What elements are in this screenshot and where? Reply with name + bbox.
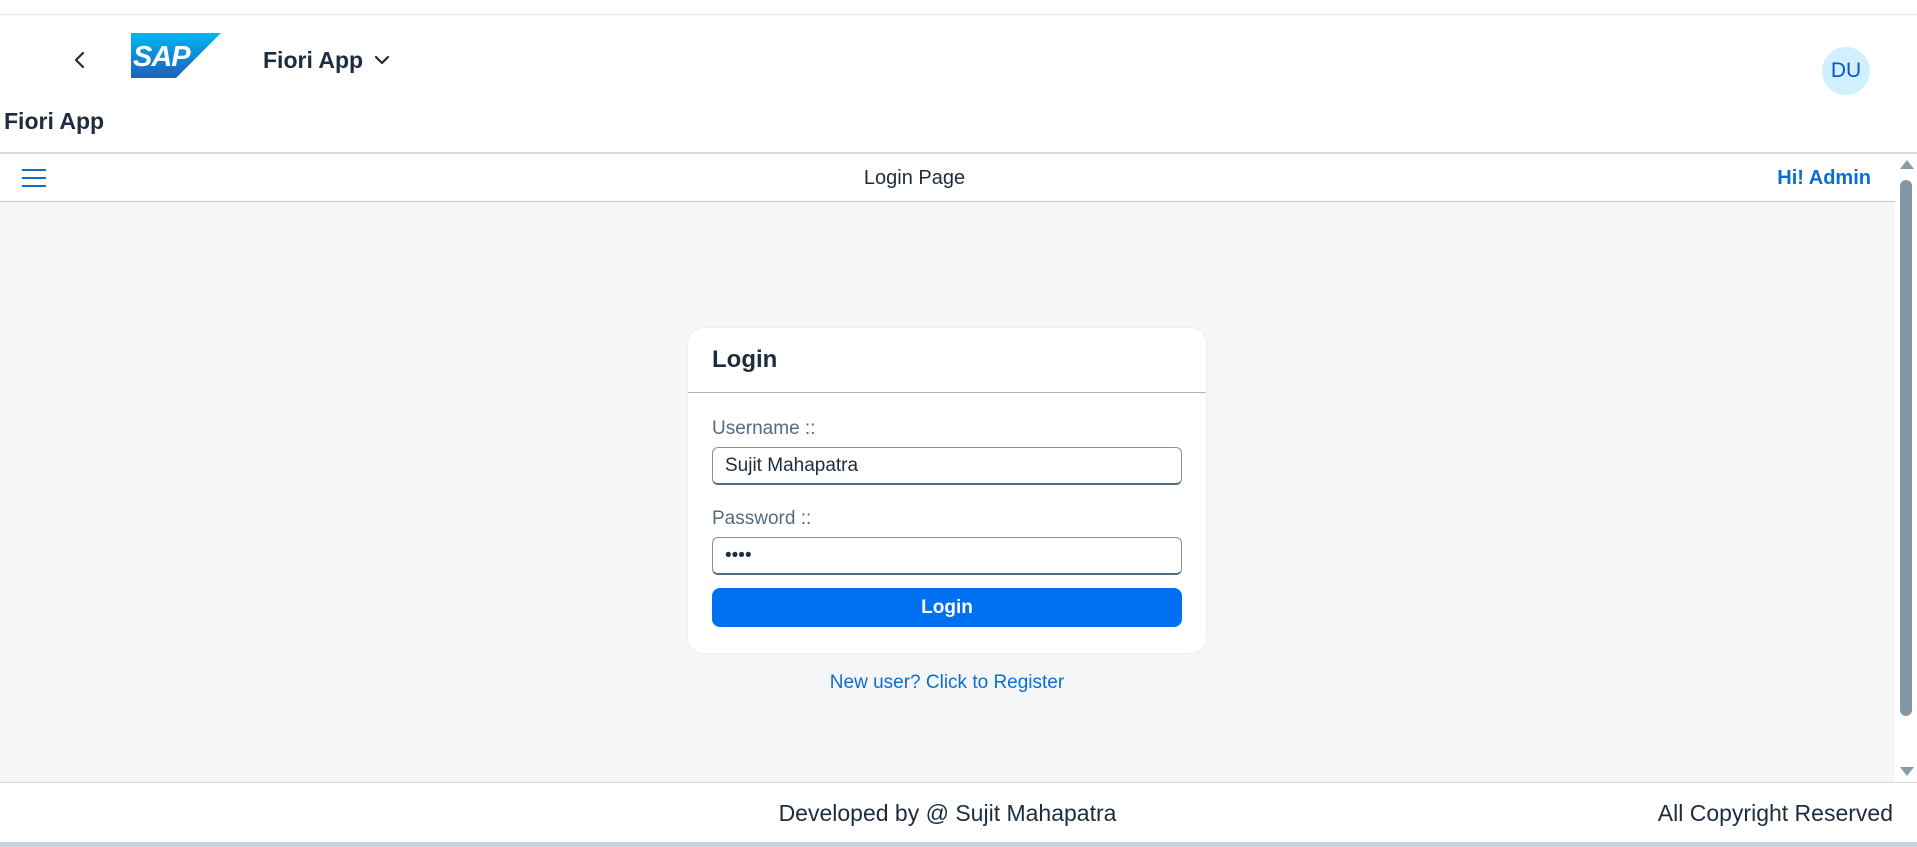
login-button[interactable]: Login [712, 588, 1182, 627]
login-card-title: Login [688, 328, 1206, 393]
username-label: Username :: [712, 418, 816, 439]
page-title: Fiori App [4, 108, 105, 134]
footer-copyright: All Copyright Reserved [1657, 799, 1893, 826]
footer-developer-credit: Developed by @ Sujit Mahapatra [778, 799, 1117, 826]
password-input[interactable]: •••• [712, 537, 1182, 575]
back-arrow-icon [74, 51, 85, 69]
vertical-scrollbar[interactable] [1895, 154, 1917, 782]
register-link[interactable]: New user? Click to Register [688, 672, 1206, 694]
sap-logo[interactable]: SAP [131, 33, 221, 78]
password-label: Password :: [712, 508, 812, 529]
app-title: Fiori App [263, 46, 364, 73]
footer: Developed by @ Sujit Mahapatra All Copyr… [0, 782, 1917, 842]
scroll-down-icon[interactable] [1900, 767, 1914, 776]
sub-header-bar: Login Page Hi! Admin [0, 154, 1895, 202]
menu-icon[interactable] [18, 166, 50, 190]
scrollbar-thumb[interactable] [1900, 180, 1912, 716]
app-content: Login Page Hi! Admin Login Username :: S… [0, 154, 1895, 782]
scroll-up-icon[interactable] [1900, 160, 1914, 169]
app-title-menu[interactable]: Fiori App [263, 40, 391, 80]
login-card: Login Username :: Sujit Mahapatra Passwo… [688, 328, 1206, 653]
admin-greeting-link[interactable]: Hi! Admin [1777, 154, 1871, 202]
username-input[interactable]: Sujit Mahapatra [712, 447, 1182, 485]
user-avatar[interactable]: DU [1822, 47, 1870, 95]
back-button[interactable] [60, 40, 100, 80]
svg-text:SAP: SAP [133, 41, 191, 73]
shell-bar: SAP Fiori App DU [0, 15, 1917, 95]
sub-header-title: Login Page [863, 166, 966, 189]
chevron-down-icon [374, 55, 390, 65]
bottom-edge [0, 842, 1917, 847]
